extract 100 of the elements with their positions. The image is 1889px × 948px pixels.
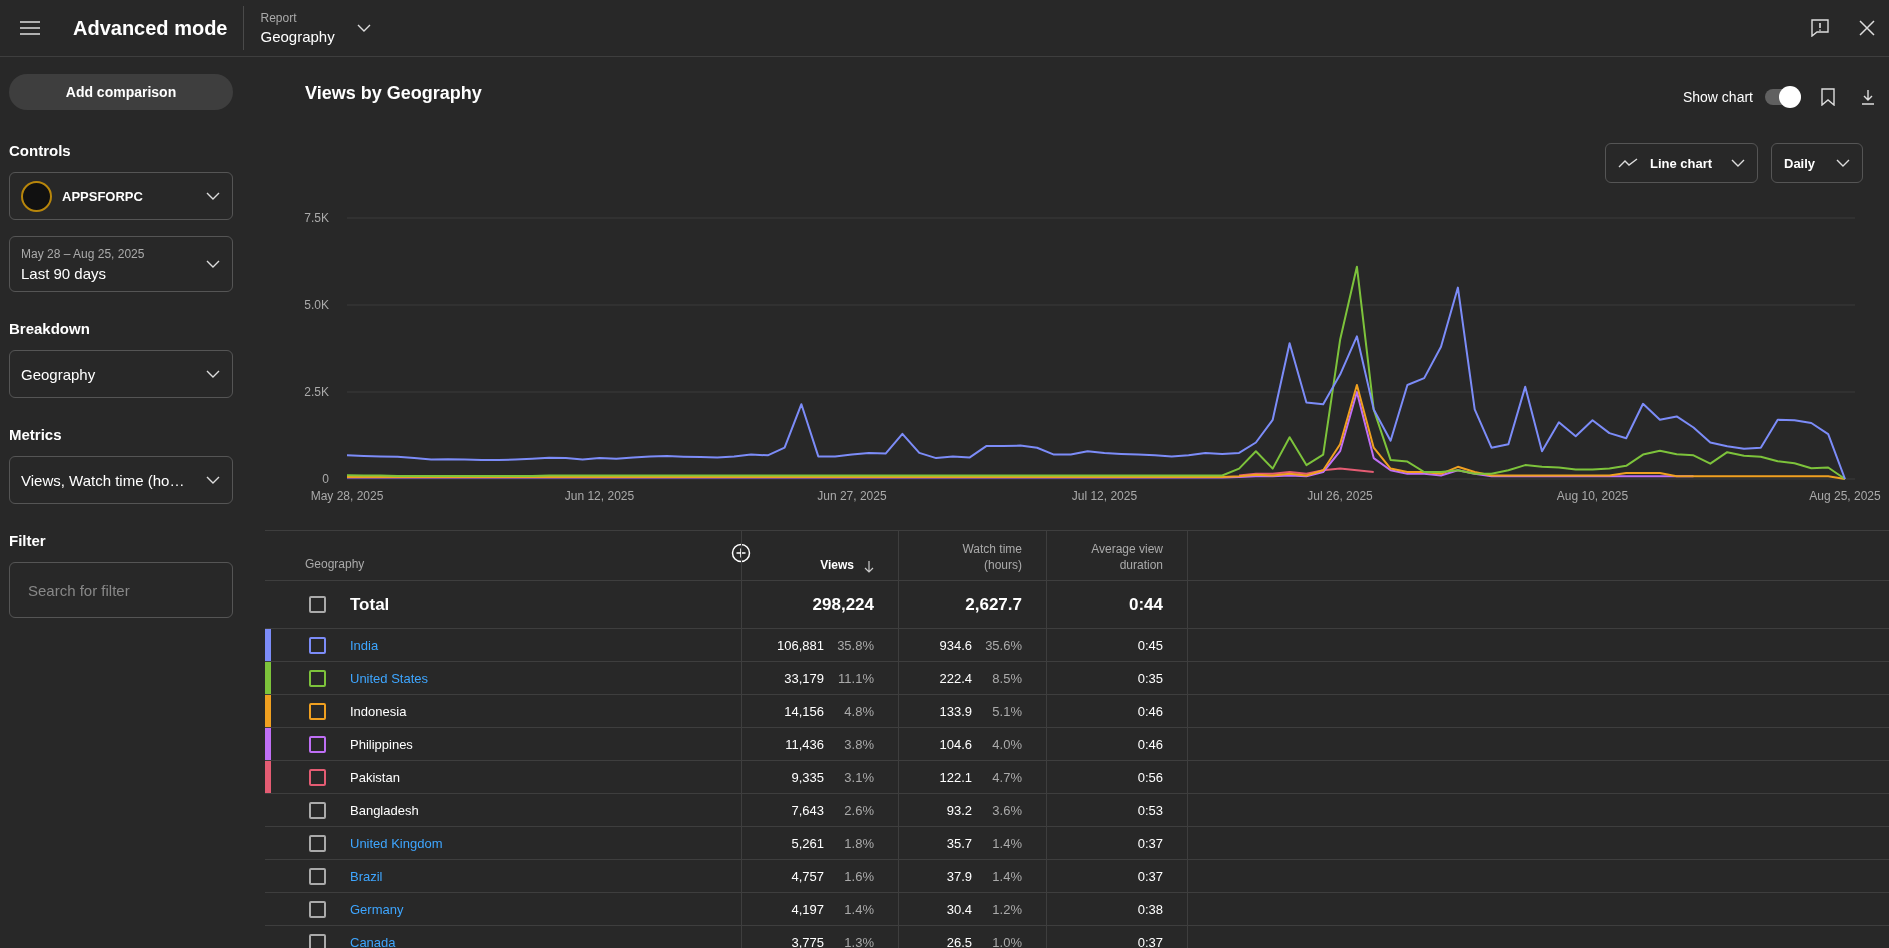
checkbox[interactable] xyxy=(309,768,326,786)
table-cell-text: 2.6% xyxy=(843,802,874,818)
table-cell: 37.9 xyxy=(946,868,972,884)
table-cell: 934.6 xyxy=(939,637,972,653)
app-title: Advanced mode xyxy=(73,16,228,40)
caret-icon xyxy=(206,260,220,268)
bookmark-icon[interactable] xyxy=(1821,88,1835,106)
table-cell: 298,224 xyxy=(812,594,874,615)
download-icon[interactable] xyxy=(1861,89,1875,105)
show-chart-toggle[interactable] xyxy=(1765,89,1801,105)
caret-icon xyxy=(1731,159,1745,167)
close-icon[interactable] xyxy=(1859,20,1875,36)
channel-select[interactable]: APPSFORPC xyxy=(9,172,233,220)
report-dropdown[interactable]: Report Geography xyxy=(244,11,371,45)
chart-type-dropdown[interactable]: Line chart xyxy=(1605,143,1758,183)
axis-label: Jul 12, 2025 xyxy=(1071,489,1138,503)
table-cell: 0:44 xyxy=(1128,594,1163,615)
checkbox[interactable] xyxy=(309,801,326,819)
table-cell-text: 4.8% xyxy=(843,703,874,719)
table-cell-text: 1.4% xyxy=(991,868,1022,884)
caret-icon xyxy=(1836,159,1850,167)
checkbox[interactable] xyxy=(309,933,326,948)
axis-label: 5.0K xyxy=(304,298,329,312)
country-link[interactable]: United States xyxy=(350,670,429,686)
date-range-select[interactable]: May 28 – Aug 25, 2025 Last 90 days xyxy=(9,236,233,292)
feedback-icon[interactable] xyxy=(1811,19,1829,37)
table-cell-text: 1.3% xyxy=(843,934,874,948)
table-cell: 4,757 xyxy=(791,868,824,884)
section-heading: Metrics xyxy=(9,426,63,443)
column-header[interactable]: Views xyxy=(820,557,874,580)
table-cell: 222.4 xyxy=(939,670,972,686)
country-link[interactable]: Brazil xyxy=(350,868,383,884)
table-cell: 0:35 xyxy=(1137,670,1163,686)
table-cell: 0:46 xyxy=(1137,736,1163,752)
table-cell-text: 1.4% xyxy=(843,901,874,917)
table-cell-text: 4.0% xyxy=(991,736,1022,752)
table-cell: 133.9 xyxy=(939,703,972,719)
axis-label: 2.5K xyxy=(304,385,329,399)
checkbox[interactable] xyxy=(309,669,326,687)
country-link[interactable]: Canada xyxy=(350,934,396,948)
toggle-label: Show chart xyxy=(1682,89,1753,105)
country-name[interactable]: Indonesia xyxy=(350,703,407,719)
table-cell: 122.1 xyxy=(939,769,972,785)
table-cell: 0:37 xyxy=(1137,868,1163,884)
table-cell-text: 1.0% xyxy=(991,934,1022,948)
table-cell-text: 4.7% xyxy=(991,769,1022,785)
country-name[interactable]: Bangladesh xyxy=(350,802,419,818)
country-name[interactable]: Philippines xyxy=(350,736,413,752)
interval-dropdown[interactable]: Daily xyxy=(1771,143,1863,183)
report-title: Views by Geography xyxy=(305,82,482,104)
table-cell: 0:45 xyxy=(1137,637,1163,653)
table-cell: 11,436 xyxy=(785,736,824,752)
table-cell: 0:56 xyxy=(1137,769,1163,785)
table-cell: 0:38 xyxy=(1137,901,1163,917)
table-cell-text: 5.1% xyxy=(991,703,1022,719)
table-cell: 26.5 xyxy=(946,934,972,948)
column-header[interactable]: Watch time (hours) xyxy=(962,541,1022,580)
table-cell: 14,156 xyxy=(784,703,824,719)
table-cell-text: 1.8% xyxy=(843,835,874,851)
caret-icon xyxy=(206,192,220,200)
checkbox[interactable] xyxy=(309,834,326,852)
total-label: Total xyxy=(350,594,390,615)
table-cell-text: 35.6% xyxy=(984,637,1022,653)
add-column-icon[interactable] xyxy=(731,543,751,563)
table-cell: 0:53 xyxy=(1137,802,1163,818)
axis-label: Jul 26, 2025 xyxy=(1307,489,1373,503)
caret-icon xyxy=(206,370,220,378)
checkbox[interactable] xyxy=(309,636,326,654)
table-cell-text: 8.5% xyxy=(991,670,1022,686)
country-link[interactable]: Germany xyxy=(350,901,404,917)
caret-icon xyxy=(206,476,220,484)
axis-label: Aug 25, 2025 xyxy=(1809,489,1881,503)
breakdown-select[interactable]: Geography xyxy=(9,350,233,398)
axis-label: Aug 10, 2025 xyxy=(1556,489,1629,503)
table-cell-text: 1.2% xyxy=(991,901,1022,917)
add-comparison-button[interactable]: Add comparison xyxy=(9,74,233,110)
filter-search-field[interactable]: Search for filter xyxy=(9,562,233,618)
table-cell: 9,335 xyxy=(791,769,824,785)
checkbox[interactable] xyxy=(309,900,326,918)
column-header[interactable]: Average view duration xyxy=(1091,541,1163,580)
table-cell-text: 3.1% xyxy=(843,769,874,785)
checkbox[interactable] xyxy=(309,596,326,613)
sort-arrow-icon xyxy=(864,561,874,573)
table-cell: 35.7 xyxy=(946,835,972,851)
column-header[interactable]: Geography xyxy=(265,557,365,580)
country-link[interactable]: United Kingdom xyxy=(350,835,443,851)
country-name[interactable]: Pakistan xyxy=(350,769,400,785)
menu-icon[interactable] xyxy=(20,21,40,35)
checkbox[interactable] xyxy=(309,702,326,720)
metrics-select[interactable]: Views, Watch time (ho… xyxy=(9,456,233,504)
checkbox[interactable] xyxy=(309,867,326,885)
checkbox[interactable] xyxy=(309,735,326,753)
country-link[interactable]: India xyxy=(350,637,379,653)
table-cell: 106,881 xyxy=(777,637,824,653)
axis-label: May 28, 2025 xyxy=(310,489,384,503)
table-cell: 5,261 xyxy=(791,835,824,851)
axis-label: 0 xyxy=(322,472,329,486)
table-cell-text: 1.6% xyxy=(843,868,874,884)
table-cell-text: 1.4% xyxy=(991,835,1022,851)
channel-avatar xyxy=(21,180,52,212)
